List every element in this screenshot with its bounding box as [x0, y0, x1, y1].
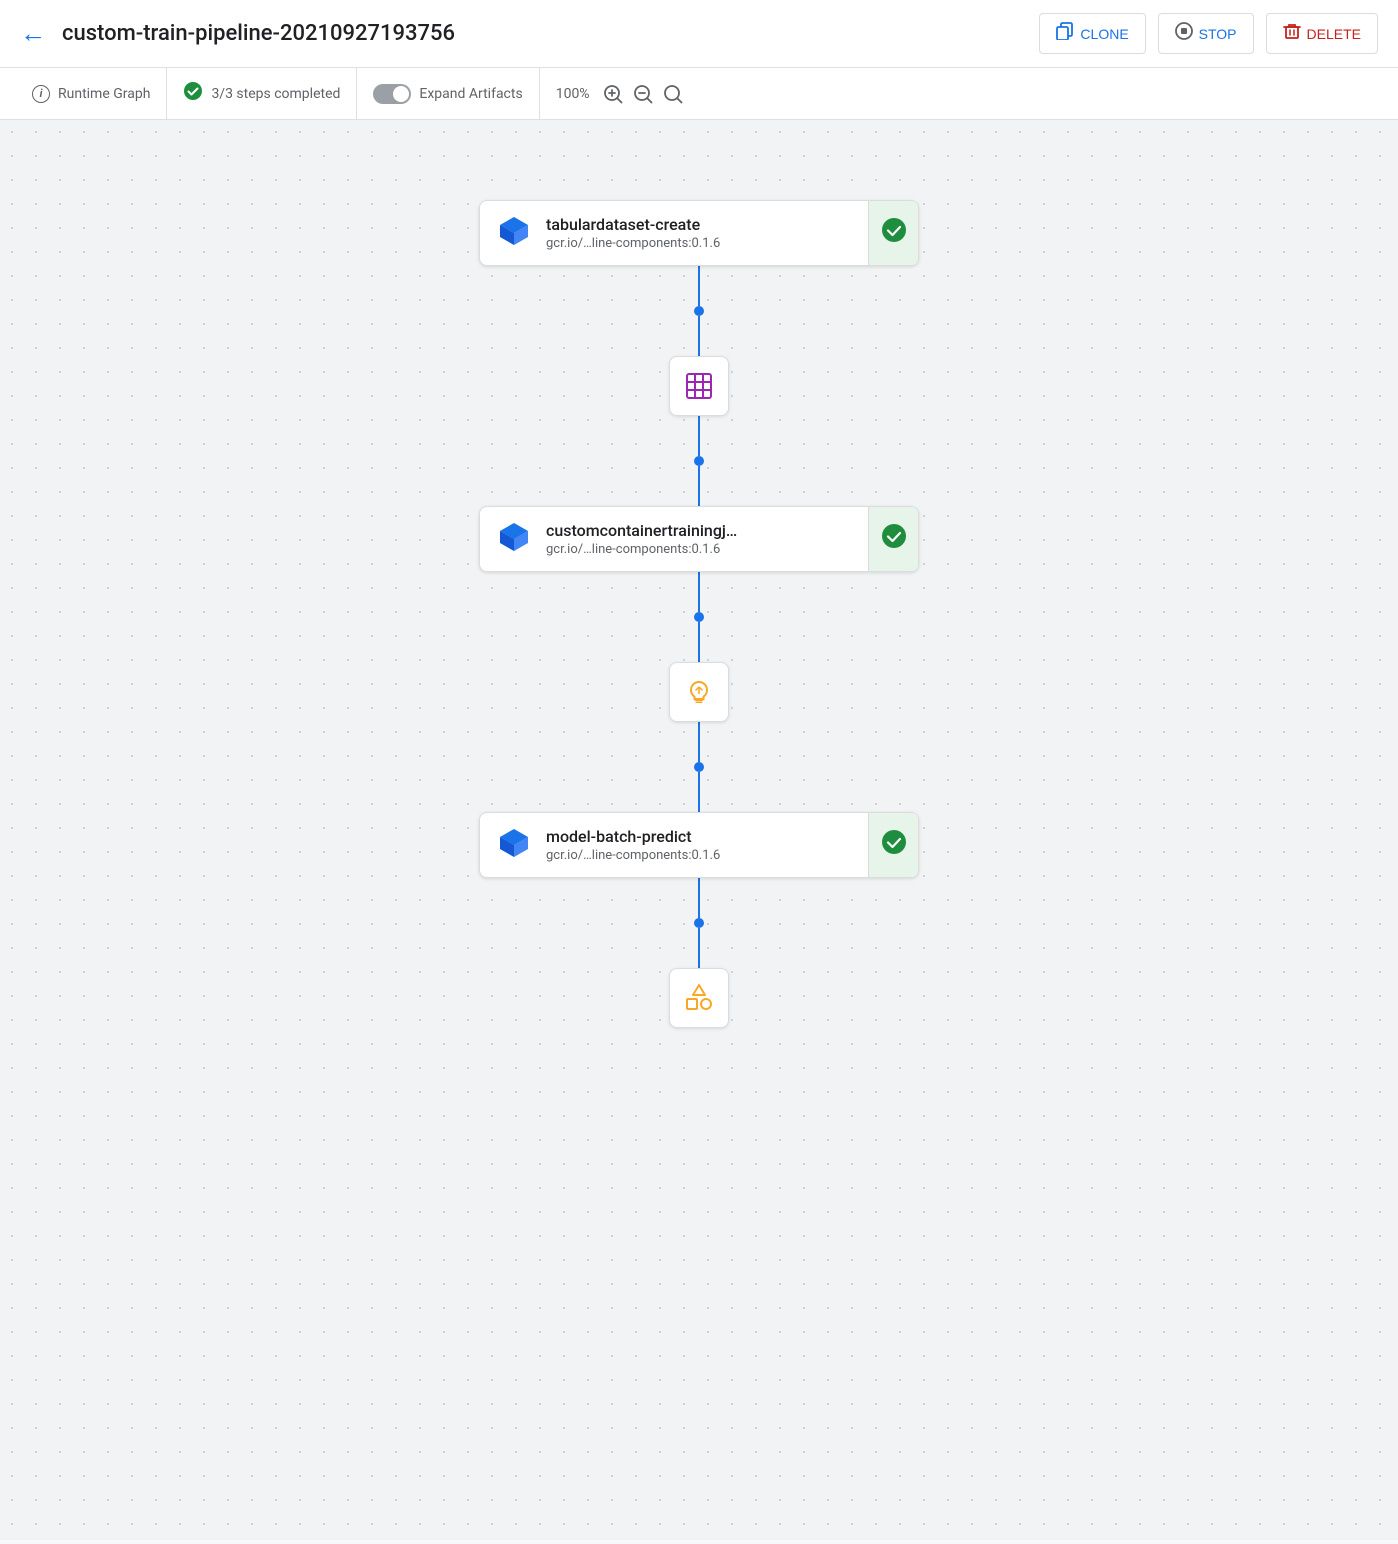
connector-dot-2: [694, 456, 704, 466]
connector-dot-5: [694, 918, 704, 928]
connector-line-3a: [698, 572, 700, 612]
connector-dot-1: [694, 306, 704, 316]
node-2-subtitle: gcr.io/…line-components:0.1.6: [546, 542, 902, 557]
pipeline-node-1[interactable]: tabulardataset-create gcr.io/…line-compo…: [479, 200, 919, 266]
toggle-slider: [373, 84, 411, 104]
stop-icon: [1175, 22, 1193, 45]
node-1-icon: [496, 213, 532, 253]
artifact-node-2[interactable]: [669, 662, 729, 722]
connector-line-4a: [698, 722, 700, 762]
back-button[interactable]: ←: [20, 18, 46, 49]
zoom-controls: 100%: [540, 83, 700, 105]
connector-line-1a: [698, 266, 700, 306]
node-3-name: model-batch-predict: [546, 827, 902, 846]
node-3-subtitle: gcr.io/…line-components:0.1.6: [546, 848, 902, 863]
node-3-text: model-batch-predict gcr.io/…line-compone…: [546, 827, 902, 863]
delete-button[interactable]: DELETE: [1266, 13, 1378, 54]
connector-line-1b: [698, 316, 700, 356]
runtime-graph-item[interactable]: i Runtime Graph: [16, 68, 167, 119]
connector-dot-3: [694, 612, 704, 622]
pipeline-node-2[interactable]: customcontainertrainingj… gcr.io/…line-c…: [479, 506, 919, 572]
node-2-name: customcontainertrainingj…: [546, 521, 902, 540]
connector-line-2b: [698, 466, 700, 506]
connector-dot-4: [694, 762, 704, 772]
lightbulb-icon: [684, 677, 714, 707]
steps-completed-item: 3/3 steps completed: [167, 68, 357, 119]
connector-line-3b: [698, 622, 700, 662]
shapes-icon: [683, 982, 715, 1014]
node-2-status: [868, 507, 918, 571]
node-1-check-icon: [881, 217, 907, 249]
segment-3: [694, 572, 704, 662]
toolbar: i Runtime Graph 3/3 steps completed Expa…: [0, 68, 1398, 120]
node-1-subtitle: gcr.io/…line-components:0.1.6: [546, 236, 902, 251]
connector-line-5a: [698, 878, 700, 918]
node-3-status: [868, 813, 918, 877]
expand-artifacts-item[interactable]: Expand Artifacts: [357, 68, 539, 119]
connector-line-4b: [698, 772, 700, 812]
expand-artifacts-toggle[interactable]: [373, 84, 411, 104]
pipeline-canvas: tabulardataset-create gcr.io/…line-compo…: [0, 120, 1398, 1540]
clone-icon: [1056, 22, 1074, 45]
node-3-check-icon: [881, 829, 907, 861]
node-1-name: tabulardataset-create: [546, 215, 902, 234]
segment-2: [694, 416, 704, 506]
delete-label: DELETE: [1307, 26, 1361, 42]
node-2-check-icon: [881, 523, 907, 555]
node-3-icon: [496, 825, 532, 865]
zoom-in-button[interactable]: [602, 83, 624, 105]
runtime-graph-label: Runtime Graph: [58, 86, 150, 102]
pipeline-node-3[interactable]: model-batch-predict gcr.io/…line-compone…: [479, 812, 919, 878]
artifact-node-1[interactable]: [669, 356, 729, 416]
pipeline-container: tabulardataset-create gcr.io/…line-compo…: [479, 200, 919, 1028]
artifact-node-3[interactable]: [669, 968, 729, 1028]
delete-icon: [1283, 22, 1301, 45]
connector-line-5b: [698, 928, 700, 968]
segment-4: [694, 722, 704, 812]
info-icon: i: [32, 85, 50, 103]
node-2-text: customcontainertrainingj… gcr.io/…line-c…: [546, 521, 902, 557]
header-actions: CLONE STOP DELETE: [1039, 13, 1378, 54]
segment-1: [694, 266, 704, 356]
header: ← custom-train-pipeline-20210927193756 C…: [0, 0, 1398, 68]
node-1-status: [868, 201, 918, 265]
clone-button[interactable]: CLONE: [1039, 13, 1145, 54]
steps-label: 3/3 steps completed: [211, 86, 340, 102]
clone-label: CLONE: [1080, 26, 1128, 42]
node-2-icon: [496, 519, 532, 559]
check-circle-icon: [183, 81, 203, 106]
table-icon: [684, 371, 714, 401]
stop-label: STOP: [1199, 26, 1237, 42]
node-1-text: tabulardataset-create gcr.io/…line-compo…: [546, 215, 902, 251]
zoom-fit-button[interactable]: [662, 83, 684, 105]
zoom-out-button[interactable]: [632, 83, 654, 105]
pipeline-title: custom-train-pipeline-20210927193756: [62, 21, 1039, 46]
stop-button[interactable]: STOP: [1158, 13, 1254, 54]
segment-5: [694, 878, 704, 968]
connector-line-2a: [698, 416, 700, 456]
zoom-level: 100%: [556, 86, 590, 102]
expand-artifacts-label: Expand Artifacts: [419, 86, 522, 102]
